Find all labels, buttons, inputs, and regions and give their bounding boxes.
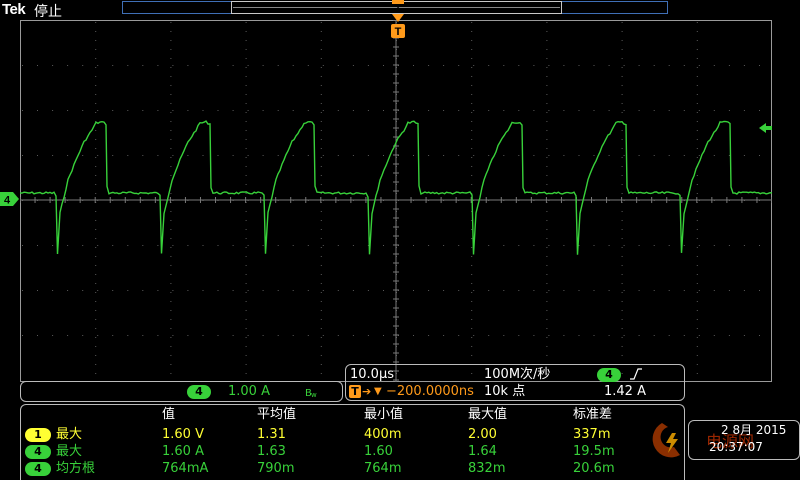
row1-mean: 1.31 [257, 427, 286, 442]
bandwidth-limit-icon: B w [305, 388, 317, 398]
brand-logo: Tek [2, 1, 26, 18]
arrow-right-icon: ➔ [362, 385, 372, 398]
header-min: 最小值 [364, 407, 404, 422]
row1-max: 2.00 [468, 427, 497, 442]
measurement-table[interactable]: 值 平均值 最小值 最大值 标准差 1 最大 1.60 V 1.31 400m … [20, 404, 685, 480]
trigger-t-badge: T [395, 26, 402, 38]
row1-value: 1.60 V [162, 427, 204, 442]
svg-text:w: w [311, 391, 317, 398]
row2-mean: 1.63 [257, 444, 286, 459]
trigger-position-marker[interactable]: T T [388, 0, 408, 40]
row3-value: 764mA [162, 461, 209, 476]
row2-channel-badge: 4 [25, 445, 51, 459]
row3-stddev: 20.6m [573, 461, 615, 476]
row1-min: 400m [364, 427, 402, 442]
header-stddev: 标准差 [573, 407, 613, 422]
row2-stddev: 19.5m [573, 444, 615, 459]
row3-channel-badge: 4 [25, 462, 51, 476]
datetime-box: 2 8月 2015 20:37:07 [688, 420, 800, 460]
trigger-level: 1.42 A [604, 384, 646, 399]
row1-channel-badge: 1 [25, 428, 51, 442]
channel-4-badge: 4 [187, 385, 211, 399]
trigger-delay-badge: T [349, 385, 361, 398]
acquisition-state: 停止 [34, 4, 62, 20]
sample-rate: 100M次/秒 [484, 367, 551, 382]
row2-max: 1.64 [468, 444, 497, 459]
row1-name: 最大 [56, 427, 83, 442]
channel-4-ground-marker[interactable]: 4 [0, 191, 20, 207]
waveform-display[interactable] [20, 20, 772, 382]
rising-edge-icon [630, 368, 642, 380]
row2-name: 最大 [56, 444, 83, 459]
row3-name: 均方根 [56, 461, 96, 476]
trigger-t-label: T [395, 4, 401, 15]
header-max: 最大值 [468, 407, 508, 422]
time: 20:37:07 [709, 440, 763, 454]
date: 2 8月 2015 [721, 423, 787, 437]
header-mean: 平均值 [257, 407, 297, 422]
row3-mean: 790m [257, 461, 295, 476]
row2-value: 1.60 A [162, 444, 204, 459]
record-length: 10k 点 [484, 384, 526, 399]
header-value: 值 [162, 407, 176, 422]
trigger-source-badge: 4 [597, 368, 621, 382]
trigger-delay: −200.0000ns [386, 384, 474, 399]
trigger-level-marker[interactable] [759, 121, 773, 135]
row3-max: 832m [468, 461, 506, 476]
ground-marker-label: 4 [4, 195, 11, 207]
row3-min: 764m [364, 461, 402, 476]
channel-4-scale: 1.00 A [228, 384, 270, 399]
timebase-readout-box[interactable]: 10.0µs 100M次/秒 4 T ➔ ▼ −200.0000ns 10k 点… [345, 364, 685, 401]
row1-stddev: 337m [573, 427, 611, 442]
horizontal-scale: 10.0µs [350, 367, 394, 382]
channel-readout-box[interactable]: 4 1.00 A B w [20, 381, 343, 402]
trigger-down-arrow-icon: ▼ [374, 386, 382, 397]
row2-min: 1.60 [364, 444, 393, 459]
